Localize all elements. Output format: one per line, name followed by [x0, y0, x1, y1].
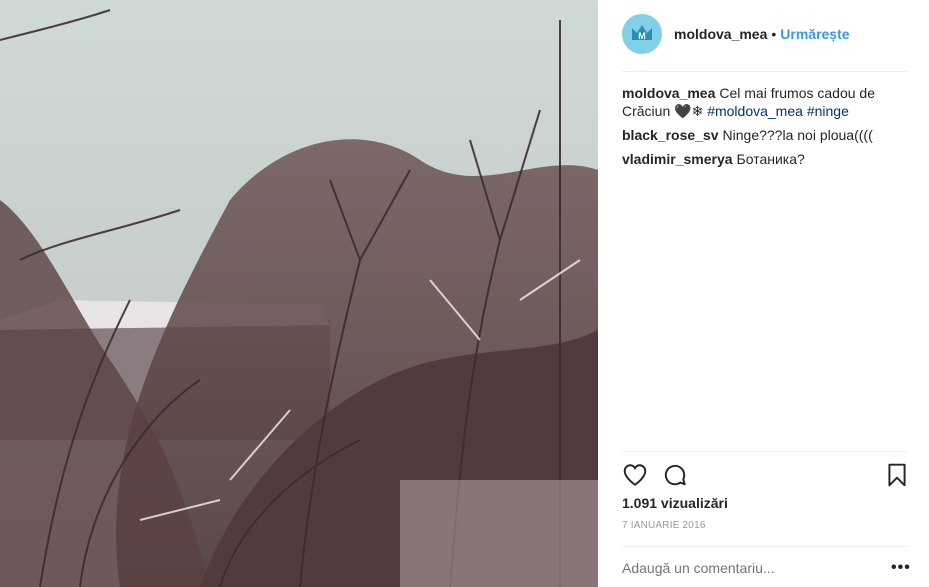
comments-list: moldova_mea Cel mai frumos cadou de Crăci…	[622, 84, 908, 174]
caption: moldova_mea Cel mai frumos cadou de Crăci…	[622, 84, 908, 120]
separator-dot: •	[771, 26, 777, 42]
caption-username[interactable]: moldova_mea	[622, 85, 715, 101]
heart-icon[interactable]	[622, 462, 648, 488]
divider	[622, 546, 908, 547]
more-options-icon[interactable]: •••	[891, 559, 911, 577]
post-author-username[interactable]: moldova_mea	[674, 26, 767, 42]
post-media-video[interactable]	[0, 0, 598, 587]
post-header: M moldova_mea • Urmărește	[622, 13, 908, 72]
svg-text:M: M	[638, 31, 646, 41]
post-details-panel: M moldova_mea • Urmărește moldova_mea Cel m…	[598, 0, 929, 587]
add-comment-input[interactable]	[622, 560, 882, 576]
comment-text: Ботаника?	[736, 151, 805, 167]
follow-button[interactable]: Urmărește	[780, 26, 849, 42]
comment-text: Ninge???la noi ploua((((	[722, 127, 873, 143]
comment-item: vladimir_smerya Ботаника?	[622, 150, 908, 168]
comment-username[interactable]: black_rose_sv	[622, 127, 719, 143]
bookmark-icon[interactable]	[884, 462, 910, 488]
comment-username[interactable]: vladimir_smerya	[622, 151, 733, 167]
hashtag-link[interactable]: #ninge	[807, 103, 849, 119]
comment-icon[interactable]	[662, 462, 688, 488]
action-bar	[622, 460, 908, 490]
views-count[interactable]: 1.091 vizualizări	[622, 495, 728, 511]
avatar-crown-icon[interactable]: M	[622, 14, 662, 54]
comment-item: black_rose_sv Ninge???la noi ploua((((	[622, 126, 908, 144]
hashtag-link[interactable]: #moldova_mea	[707, 103, 803, 119]
post-date[interactable]: 7 IANUARIE 2016	[622, 520, 706, 531]
divider	[622, 451, 908, 452]
